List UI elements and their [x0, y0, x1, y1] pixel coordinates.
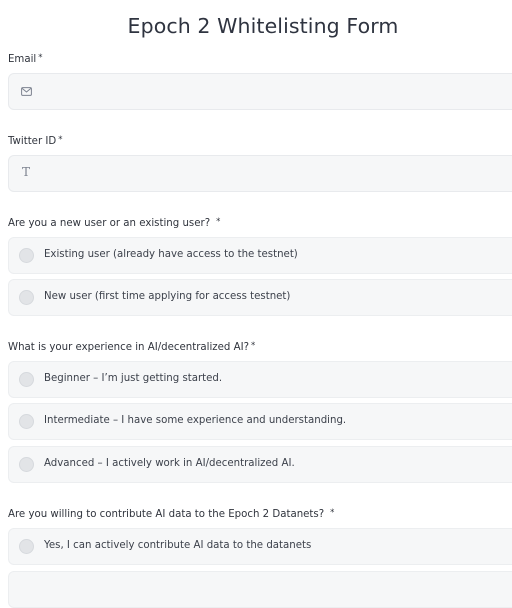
radio-button[interactable]	[19, 414, 34, 429]
user-type-question-text: Are you a new user or an existing user?	[8, 218, 211, 229]
text-icon: T	[21, 165, 30, 179]
option-label: Intermediate – I have some experience an…	[44, 415, 347, 426]
option-label: Beginner – I’m just getting started.	[44, 373, 223, 384]
required-asterisk: *	[58, 135, 63, 145]
radio-button[interactable]	[19, 539, 34, 554]
contribute-question: Are you willing to contribute AI data to…	[8, 508, 335, 520]
radio-button[interactable]	[19, 290, 34, 305]
option-existing-user[interactable]: Existing user (already have access to th…	[8, 237, 512, 274]
option-yes-contribute[interactable]: Yes, I can actively contribute AI data t…	[8, 528, 512, 565]
option-next[interactable]	[8, 571, 512, 608]
option-label: Advanced – I actively work in AI/decentr…	[44, 458, 295, 469]
twitter-id-field[interactable]: T	[8, 155, 512, 192]
required-asterisk: *	[251, 341, 256, 351]
option-intermediate[interactable]: Intermediate – I have some experience an…	[8, 403, 512, 440]
option-new-user[interactable]: New user (first time applying for access…	[8, 279, 512, 316]
twitter-label: Twitter ID *	[8, 135, 63, 147]
user-type-question: Are you a new user or an existing user? *	[8, 217, 221, 229]
option-label: New user (first time applying for access…	[44, 291, 291, 302]
experience-question: What is your experience in AI/decentrali…	[8, 341, 256, 353]
contribute-question-text: Are you willing to contribute AI data to…	[8, 509, 325, 520]
email-label-text: Email	[8, 54, 37, 65]
mail-icon	[20, 85, 32, 97]
form-title: Epoch 2 Whitelisting Form	[127, 14, 399, 38]
email-field[interactable]	[8, 73, 512, 110]
option-label: Existing user (already have access to th…	[44, 249, 298, 260]
required-asterisk: *	[216, 217, 221, 227]
radio-button[interactable]	[19, 457, 34, 472]
email-label: Email *	[8, 53, 43, 65]
option-beginner[interactable]: Beginner – I’m just getting started.	[8, 361, 512, 398]
twitter-label-text: Twitter ID	[8, 136, 57, 147]
required-asterisk: *	[330, 508, 335, 518]
required-asterisk: *	[38, 53, 43, 63]
radio-button[interactable]	[19, 248, 34, 263]
radio-button[interactable]	[19, 372, 34, 387]
experience-question-text: What is your experience in AI/decentrali…	[8, 342, 250, 353]
option-advanced[interactable]: Advanced – I actively work in AI/decentr…	[8, 446, 512, 483]
option-label: Yes, I can actively contribute AI data t…	[44, 540, 312, 551]
